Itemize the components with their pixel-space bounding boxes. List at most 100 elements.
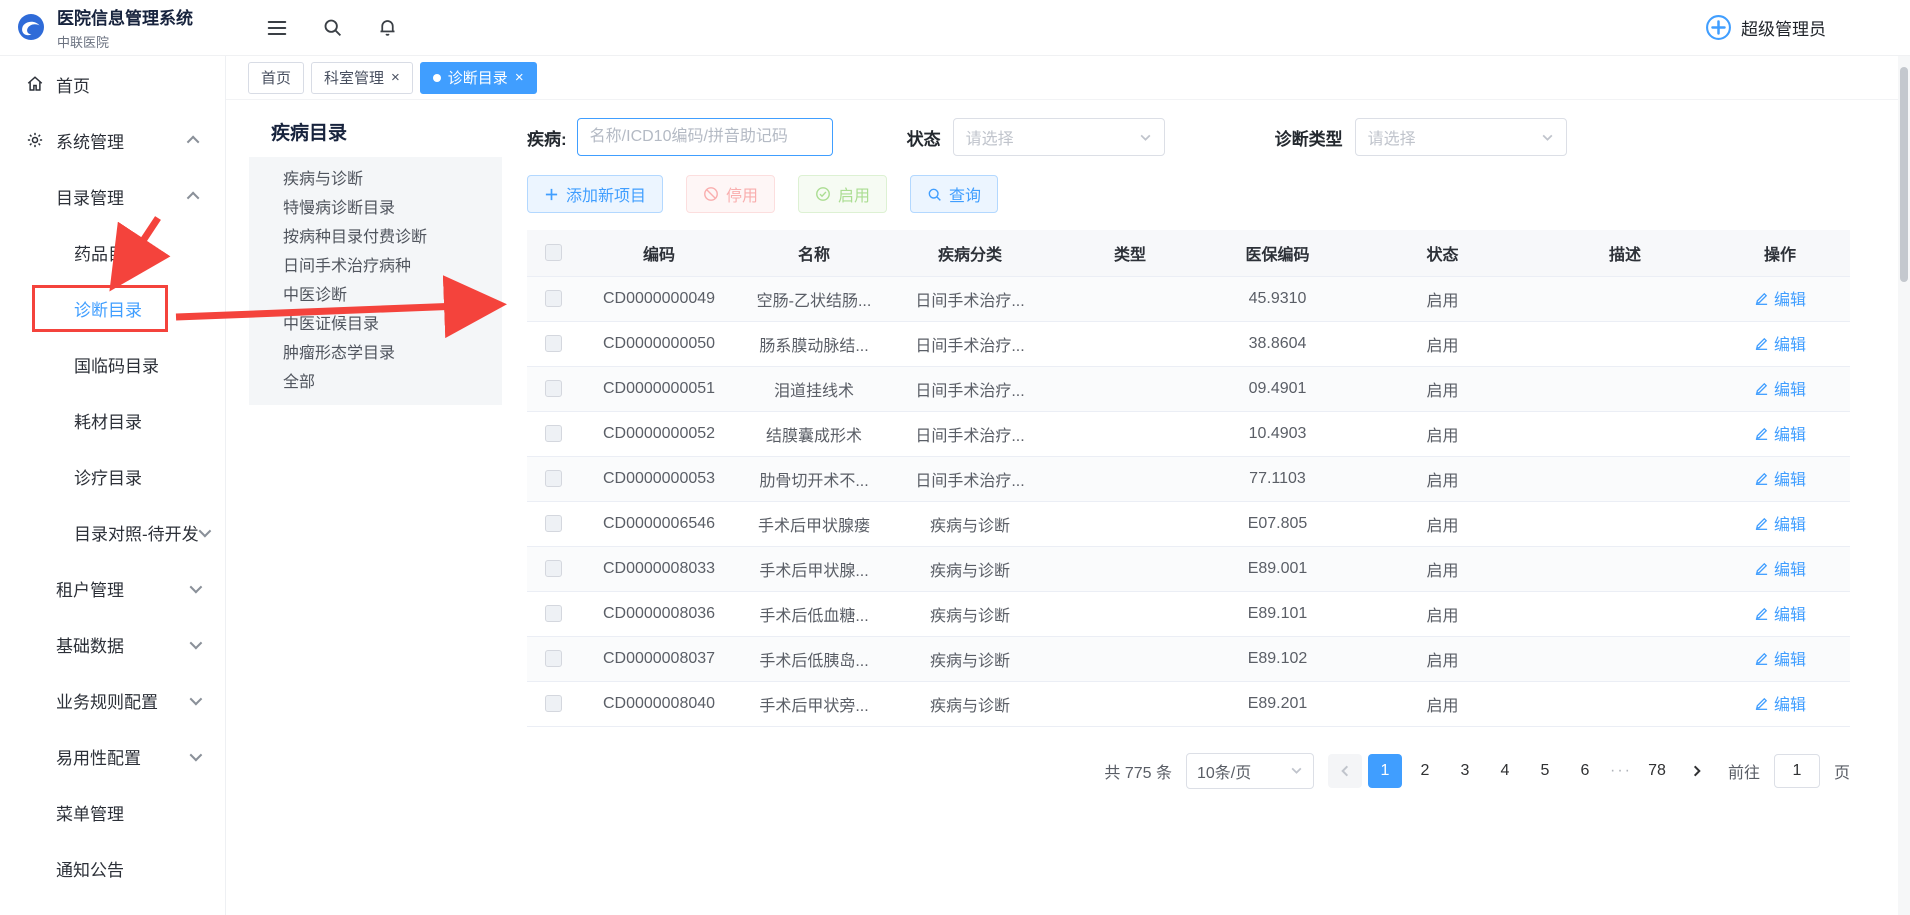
sidebar-item-label: 目录对照-待开发: [74, 520, 199, 545]
sidebar-item-consumables-catalog[interactable]: 耗材目录: [0, 392, 225, 448]
pagination-page-5[interactable]: 5: [1528, 754, 1562, 788]
row-checkbox[interactable]: [545, 515, 562, 532]
catalog-item[interactable]: 中医诊断: [249, 281, 502, 310]
table-header-row: 编码名称疾病分类类型医保编码状态描述操作: [527, 230, 1850, 276]
edit-button[interactable]: 编辑: [1754, 331, 1806, 355]
sidebar-item-treatment-catalog[interactable]: 诊疗目录: [0, 448, 225, 504]
tab-department-management[interactable]: 科室管理×: [311, 62, 413, 94]
row-checkbox[interactable]: [545, 290, 562, 307]
column-header: 操作: [1710, 230, 1850, 276]
code-cell: CD0000000050: [580, 321, 738, 366]
sidebar: 首页系统管理目录管理药品目录诊断目录国临码目录耗材目录诊疗目录目录对照-待开发租…: [0, 56, 226, 915]
user-menu[interactable]: 超级管理员: [1705, 14, 1910, 41]
search-icon[interactable]: [322, 17, 343, 38]
row-checkbox[interactable]: [545, 425, 562, 442]
action-bar: 添加新项目 停用 启用 查询: [527, 175, 1850, 213]
pagination-page-3[interactable]: 3: [1448, 754, 1482, 788]
description-cell: [1540, 636, 1710, 681]
status-cell: 启用: [1345, 411, 1540, 456]
catalog-item[interactable]: 肿瘤形态学目录: [249, 339, 502, 368]
catalog-item[interactable]: 日间手术治疗病种: [249, 252, 502, 281]
sidebar-item-catalog-mapping[interactable]: 目录对照-待开发: [0, 504, 225, 560]
row-checkbox[interactable]: [545, 470, 562, 487]
sidebar-item-menu-management[interactable]: 菜单管理: [0, 784, 225, 840]
pagination-prev-button[interactable]: [1328, 754, 1362, 788]
hospital-name: 中联医院: [57, 32, 193, 51]
catalog-item[interactable]: 全部: [249, 368, 502, 397]
sidebar-item-label: 国临码目录: [74, 352, 159, 377]
chevron-down-icon: [1541, 131, 1554, 144]
admin-avatar-icon: [1705, 14, 1732, 41]
disease-search-input[interactable]: [577, 118, 833, 156]
type-cell: [1050, 411, 1210, 456]
pagination-page-1[interactable]: 1: [1368, 754, 1402, 788]
edit-button[interactable]: 编辑: [1754, 286, 1806, 310]
query-button[interactable]: 查询: [910, 175, 998, 213]
edit-button[interactable]: 编辑: [1754, 691, 1806, 715]
edit-button[interactable]: 编辑: [1754, 601, 1806, 625]
row-checkbox[interactable]: [545, 380, 562, 397]
row-checkbox[interactable]: [545, 650, 562, 667]
operation-cell: 编辑: [1710, 591, 1850, 636]
sidebar-item-national-code-catalog[interactable]: 国临码目录: [0, 336, 225, 392]
select-all-checkbox[interactable]: [545, 244, 562, 261]
pagination-page-2[interactable]: 2: [1408, 754, 1442, 788]
sidebar-item-system-management[interactable]: 系统管理: [0, 112, 225, 168]
sidebar-item-basic-data[interactable]: 基础数据: [0, 616, 225, 672]
pagination-next-button[interactable]: [1680, 754, 1714, 788]
row-checkbox[interactable]: [545, 335, 562, 352]
sidebar-item-label: 菜单管理: [56, 800, 124, 825]
enable-button[interactable]: 启用: [798, 175, 887, 213]
sidebar-item-catalog-management[interactable]: 目录管理: [0, 168, 225, 224]
edit-button[interactable]: 编辑: [1754, 466, 1806, 490]
insurance-code-cell: E89.101: [1210, 591, 1345, 636]
row-checkbox[interactable]: [545, 605, 562, 622]
sidebar-item-usability-config[interactable]: 易用性配置: [0, 728, 225, 784]
catalog-item[interactable]: 中医证候目录: [249, 310, 502, 339]
catalog-item[interactable]: 疾病与诊断: [249, 165, 502, 194]
insurance-code-cell: 77.1103: [1210, 456, 1345, 501]
column-header: 编码: [580, 230, 738, 276]
diagnosis-type-select[interactable]: 请选择: [1355, 118, 1567, 156]
add-item-button[interactable]: 添加新项目: [527, 175, 663, 213]
row-checkbox[interactable]: [545, 695, 562, 712]
vertical-scrollbar-thumb[interactable]: [1900, 67, 1908, 282]
tab-close-icon[interactable]: ×: [515, 70, 524, 85]
filter-bar: 疾病: 状态 请选择 诊断类型 请选择: [527, 116, 1850, 158]
sidebar-item-home[interactable]: 首页: [0, 56, 225, 112]
brand-text: 医院信息管理系统 中联医院: [57, 4, 193, 51]
insurance-code-cell: E89.001: [1210, 546, 1345, 591]
status-select[interactable]: 请选择: [953, 118, 1165, 156]
tab-close-icon[interactable]: ×: [391, 70, 400, 85]
disease-filter-label: 疾病:: [527, 125, 567, 150]
disable-button[interactable]: 停用: [686, 175, 775, 213]
edit-button[interactable]: 编辑: [1754, 376, 1806, 400]
tab-diagnosis-catalog[interactable]: 诊断目录 ×: [420, 62, 537, 94]
edit-button[interactable]: 编辑: [1754, 511, 1806, 535]
edit-button[interactable]: 编辑: [1754, 421, 1806, 445]
bell-icon[interactable]: [377, 17, 398, 38]
edit-button[interactable]: 编辑: [1754, 646, 1806, 670]
app-title: 医院信息管理系统: [57, 4, 193, 29]
pagination-page-4[interactable]: 4: [1488, 754, 1522, 788]
edit-label: 编辑: [1774, 601, 1806, 625]
tab-label: 诊断目录: [448, 67, 508, 88]
sidebar-item-business-rules[interactable]: 业务规则配置: [0, 672, 225, 728]
row-checkbox[interactable]: [545, 560, 562, 577]
sidebar-item-diagnosis-catalog[interactable]: 诊断目录: [0, 280, 225, 336]
catalog-item[interactable]: 按病种目录付费诊断: [249, 223, 502, 252]
collapse-sidebar-icon[interactable]: [266, 17, 288, 39]
sidebar-item-tenant-management[interactable]: 租户管理: [0, 560, 225, 616]
sidebar-item-drug-catalog[interactable]: 药品目录: [0, 224, 225, 280]
sidebar-item-notice[interactable]: 通知公告: [0, 840, 225, 896]
pagination-ellipsis[interactable]: ···: [1608, 762, 1634, 780]
catalog-item[interactable]: 特慢病诊断目录: [249, 194, 502, 223]
main-area: 首页科室管理×诊断目录× 疾病目录 疾病与诊断特慢病诊断目录按病种目录付费诊断日…: [226, 56, 1910, 915]
goto-page-input[interactable]: [1774, 754, 1820, 788]
pagination-page-78[interactable]: 78: [1640, 754, 1674, 788]
tab-home[interactable]: 首页: [248, 62, 304, 94]
pagination-page-6[interactable]: 6: [1568, 754, 1602, 788]
page-size-select[interactable]: 10条/页: [1186, 753, 1314, 789]
edit-button[interactable]: 编辑: [1754, 556, 1806, 580]
edit-label: 编辑: [1774, 556, 1806, 580]
